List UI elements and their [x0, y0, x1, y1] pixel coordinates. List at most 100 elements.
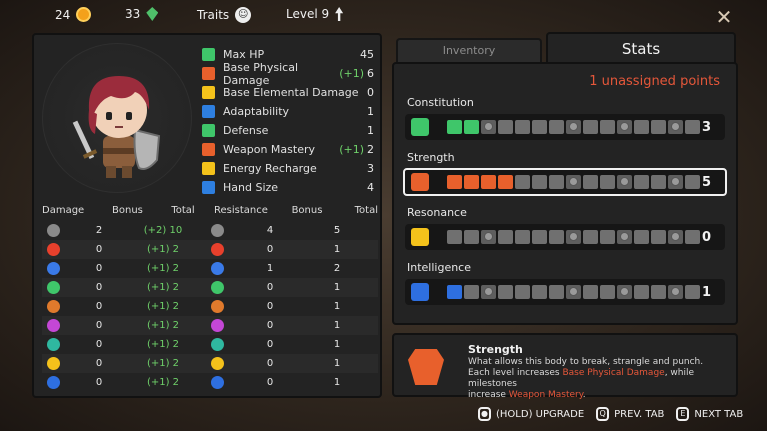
stat-pip — [566, 285, 581, 299]
stat-pip — [617, 120, 632, 134]
resistance-total: 1 — [333, 358, 341, 369]
attribute-row: Energy Recharge 3 — [202, 159, 374, 178]
damage-bonus: 0 — [95, 263, 103, 274]
attribute-value: 4 — [367, 181, 374, 194]
stats-panel: 1 unassigned points Constitution 3 Strengt… — [392, 62, 738, 325]
hint-next-tab[interactable]: E NEXT TAB — [676, 407, 743, 421]
top-bar: 24 33 Traits ☺ Level 9 ✕ — [0, 0, 767, 30]
damage-total-value: 2 — [172, 320, 180, 331]
damage-total-value: 2 — [172, 282, 180, 293]
damage-total: (+1) 2 — [134, 263, 192, 274]
stat-value: 1 — [701, 284, 711, 300]
damage-bonus: 0 — [95, 244, 103, 255]
gold-counter: 24 — [55, 7, 92, 22]
stat-label-strength: Strength — [407, 151, 455, 164]
fire-resistance-icon — [210, 243, 224, 256]
stat-pip — [447, 285, 462, 299]
stat-pip — [634, 175, 649, 189]
level-up-icon — [335, 7, 344, 21]
traits-icon: ☺ — [235, 7, 252, 23]
damage-total-bonus: (+2) — [143, 225, 167, 236]
description-line-3: increase Weapon Mastery. — [468, 390, 732, 401]
attribute-value: 3 — [367, 162, 374, 175]
hint-upgrade[interactable]: ● (HOLD) UPGRADE — [478, 407, 584, 421]
stat-pip — [481, 120, 496, 134]
tab-stats[interactable]: Stats — [546, 32, 736, 66]
wind-resistance-icon — [210, 338, 224, 351]
flame-icon — [202, 86, 215, 99]
damage-total-value: 2 — [172, 358, 180, 369]
damage-total: (+1) 2 — [134, 301, 192, 312]
attribute-row: Defense 1 — [202, 121, 374, 140]
stat-row-constitution[interactable]: 3 — [405, 114, 725, 140]
stat-pip — [651, 175, 666, 189]
resistance-bonus: 0 — [266, 377, 274, 388]
description-title: Strength — [468, 343, 523, 356]
damage-total-value: 2 — [172, 339, 180, 350]
stat-pip — [668, 230, 683, 244]
attribute-label: Weapon Mastery — [223, 143, 315, 156]
stat-row-resonance[interactable]: 0 — [405, 224, 725, 250]
stat-pip — [532, 285, 547, 299]
header-resistance: Resistance — [214, 205, 268, 216]
damage-bonus: 0 — [95, 320, 103, 331]
highlight-base-physical-damage: Base Physical Damage — [562, 368, 665, 378]
description-text: What allows this body to break, strangle… — [468, 357, 732, 401]
hint-prev-tab[interactable]: Q PREV. TAB — [596, 407, 664, 421]
stat-row-intelligence[interactable]: 1 — [405, 279, 725, 305]
damage-total: (+1) 2 — [134, 377, 192, 388]
stat-progress — [447, 285, 700, 299]
stat-pip — [617, 230, 632, 244]
stat-label-constitution: Constitution — [407, 96, 474, 109]
stat-pip — [464, 230, 479, 244]
stat-pip — [464, 285, 479, 299]
description-text-part: increase — [468, 390, 509, 400]
stat-pip — [651, 285, 666, 299]
attribute-value: 1 — [367, 105, 374, 118]
resistance-total: 1 — [333, 320, 341, 331]
water-icon — [46, 376, 60, 389]
stat-pip — [685, 175, 700, 189]
ice-icon — [46, 262, 60, 275]
damage-total-value: 2 — [172, 263, 180, 274]
earth-resistance-icon — [210, 300, 224, 313]
table-row: 0 (+1) 2 0 1 — [42, 240, 378, 259]
resistance-total: 1 — [333, 377, 341, 388]
resistance-total: 1 — [333, 244, 341, 255]
wind-icon — [46, 338, 60, 351]
arcane-icon — [46, 319, 60, 332]
stat-label-resonance: Resonance — [407, 206, 467, 219]
stat-pip — [634, 285, 649, 299]
stat-pip — [549, 120, 564, 134]
attribute-value: 6 — [367, 67, 374, 80]
stat-pip — [515, 120, 530, 134]
poison-resistance-icon — [210, 281, 224, 294]
attribute-row: Adaptability 1 — [202, 102, 374, 121]
damage-total-value: 10 — [169, 225, 183, 236]
attribute-label: Adaptability — [223, 105, 290, 118]
stat-pip — [685, 285, 700, 299]
header-damage-total: Total — [171, 205, 195, 216]
stat-pip — [481, 175, 496, 189]
resistance-total: 2 — [333, 263, 341, 274]
tab-inventory[interactable]: Inventory — [396, 38, 542, 62]
table-row: 2 (+2) 10 4 5 — [42, 221, 378, 240]
damage-total: (+1) 2 — [134, 320, 192, 331]
stat-pip — [515, 285, 530, 299]
stat-pip — [566, 120, 581, 134]
stat-pip — [583, 120, 598, 134]
close-icon[interactable]: ✕ — [715, 7, 733, 27]
stat-pip — [583, 230, 598, 244]
attribute-row: Hand Size 4 — [202, 178, 374, 197]
resistance-bonus: 0 — [266, 339, 274, 350]
physical-icon — [46, 224, 60, 237]
swords-icon — [202, 143, 215, 156]
damage-bonus: 0 — [95, 377, 103, 388]
attribute-bonus: (+1) — [339, 143, 364, 156]
stat-row-strength[interactable]: 5 — [403, 168, 727, 196]
fist-icon — [202, 67, 215, 80]
attribute-value: 0 — [367, 86, 374, 99]
coin-icon — [76, 7, 92, 22]
traits-button[interactable]: Traits ☺ — [197, 7, 252, 23]
attribute-row: Base Elemental Damage 0 — [202, 83, 374, 102]
